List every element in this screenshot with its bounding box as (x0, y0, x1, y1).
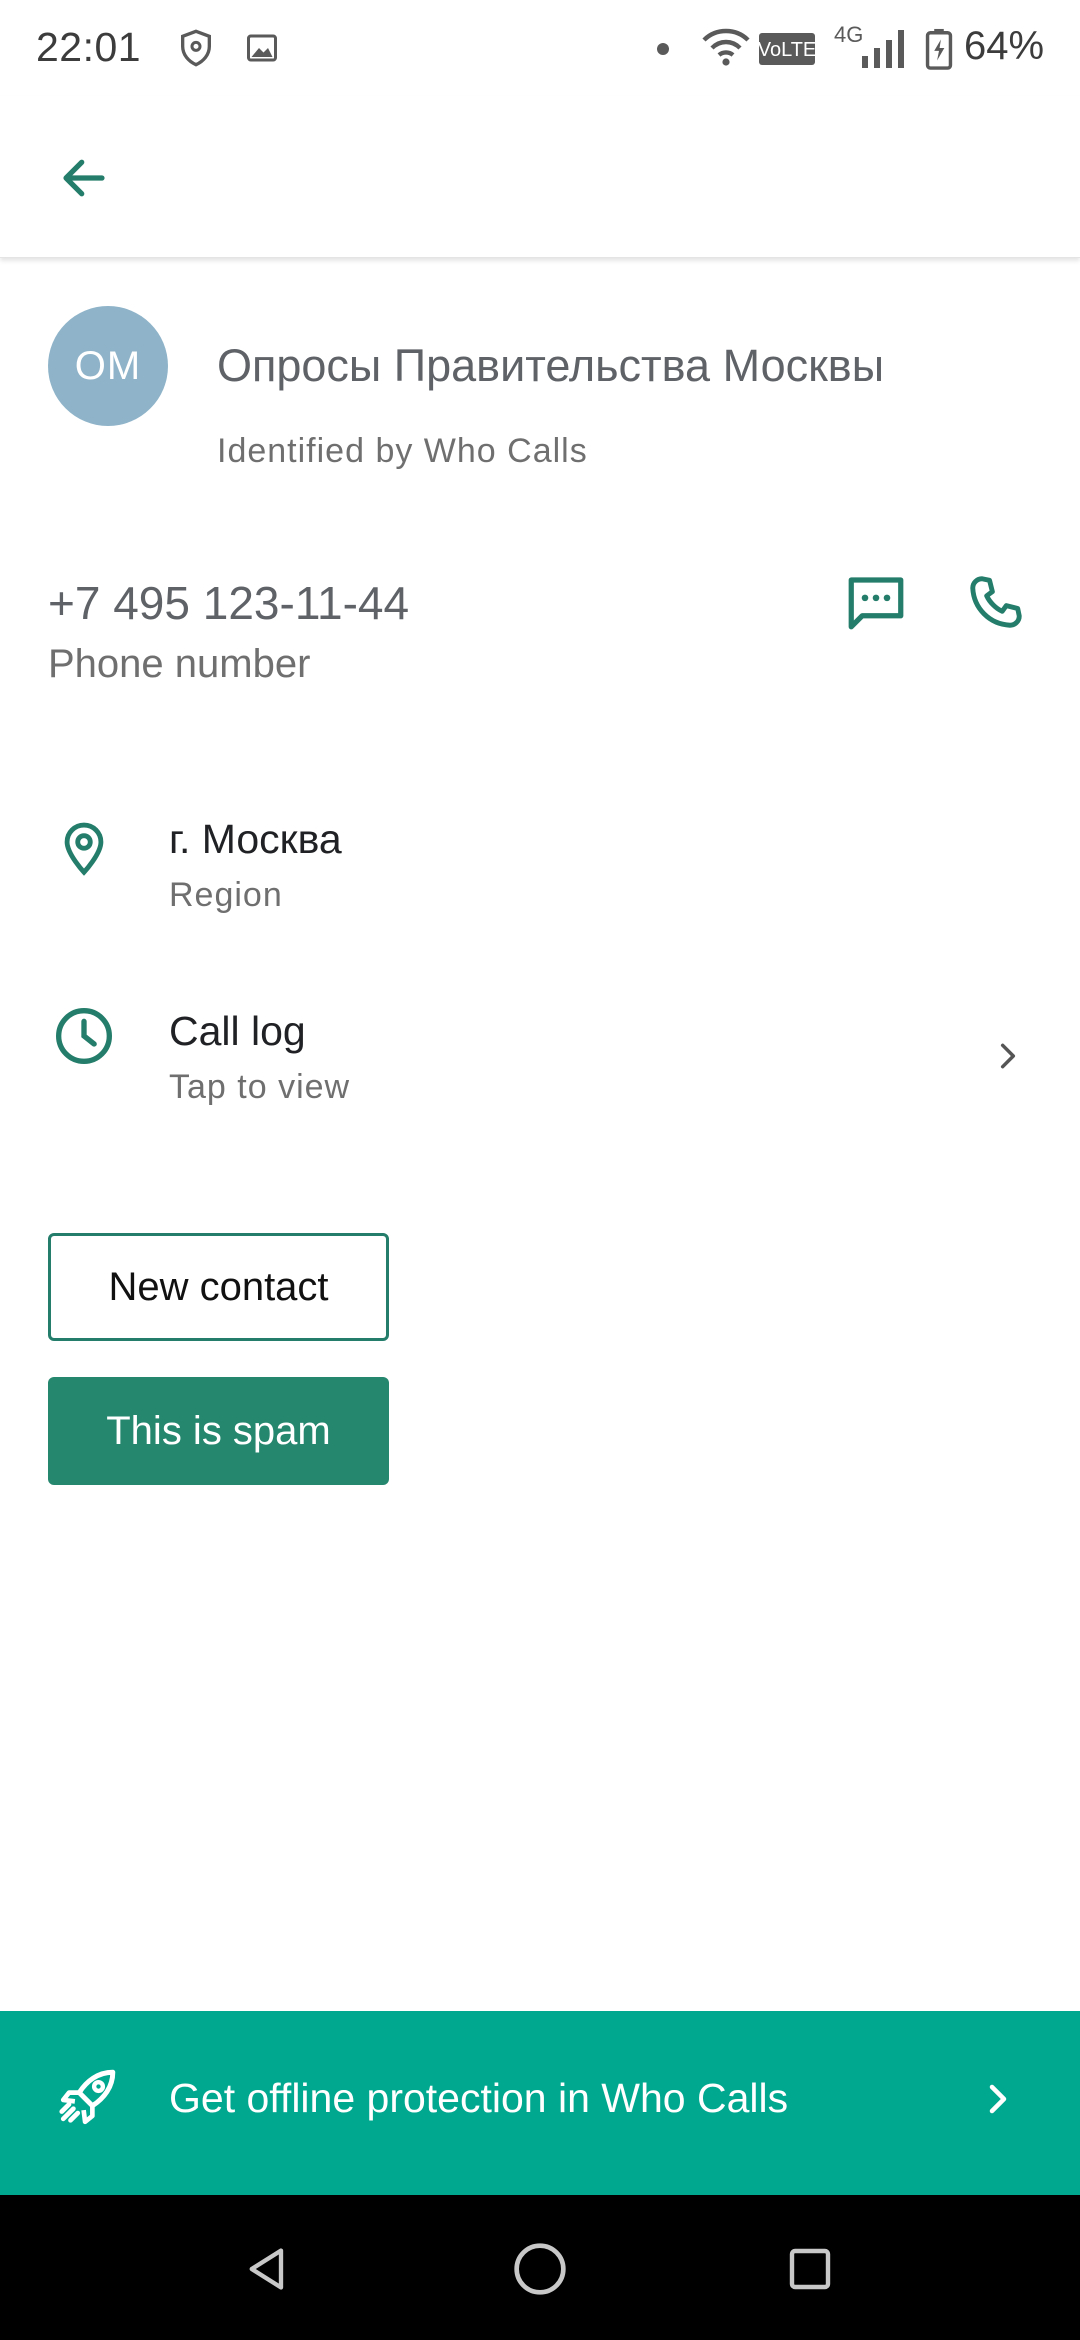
chevron-right-icon (976, 2077, 1020, 2121)
region-row: г. Москва Region (0, 798, 1080, 938)
home-circle-icon (512, 2241, 568, 2302)
promo-text: Get offline protection in Who Calls (169, 2075, 789, 2121)
shield-icon (176, 28, 216, 73)
region-label: Region (169, 876, 283, 914)
call-log-subtitle: Tap to view (169, 1068, 351, 1106)
clock-icon (44, 996, 124, 1076)
status-bar: 22:01 VoLTE 4G 64% (0, 0, 1080, 96)
signal-icon (858, 28, 906, 73)
nav-recents-button[interactable] (770, 2231, 850, 2311)
volte-icon: VoLTE (758, 32, 816, 71)
arrow-left-icon (57, 151, 111, 210)
dot-icon (656, 42, 670, 61)
recents-square-icon (786, 2245, 834, 2298)
identified-by-label: Identified by Who Calls (217, 432, 588, 470)
nav-home-button[interactable] (500, 2231, 580, 2311)
battery-icon (924, 28, 954, 75)
back-button[interactable] (44, 140, 124, 220)
back-triangle-icon (242, 2243, 294, 2300)
chevron-right-icon (988, 1036, 1028, 1076)
avatar-initials: ОМ (74, 343, 142, 388)
call-button[interactable] (958, 566, 1034, 642)
region-value: г. Москва (169, 816, 342, 862)
new-contact-button[interactable]: New contact (48, 1233, 389, 1341)
navigation-bar (0, 2195, 1080, 2340)
message-button[interactable] (838, 566, 914, 642)
phone-icon (965, 571, 1027, 638)
nav-back-button[interactable] (228, 2231, 308, 2311)
phone-number: +7 495 123-11-44 (48, 577, 410, 629)
volte-label: VoLTE (758, 39, 816, 61)
message-icon (843, 569, 909, 640)
location-pin-icon (44, 808, 124, 888)
call-log-row[interactable]: Call log Tap to view (0, 988, 1080, 1128)
promo-banner[interactable]: Get offline protection in Who Calls (0, 2011, 1080, 2195)
wifi-icon (702, 28, 750, 73)
app-bar (0, 96, 1080, 258)
battery-percent: 64% (964, 24, 1045, 68)
avatar: ОМ (48, 306, 168, 426)
image-icon (244, 28, 280, 73)
spam-button[interactable]: This is spam (48, 1377, 389, 1485)
status-time: 22:01 (36, 24, 142, 70)
phone-number-label: Phone number (48, 642, 311, 686)
contact-name: Опросы Правительства Москвы (217, 340, 885, 391)
rocket-icon (48, 2057, 128, 2137)
call-log-title: Call log (169, 1008, 306, 1054)
